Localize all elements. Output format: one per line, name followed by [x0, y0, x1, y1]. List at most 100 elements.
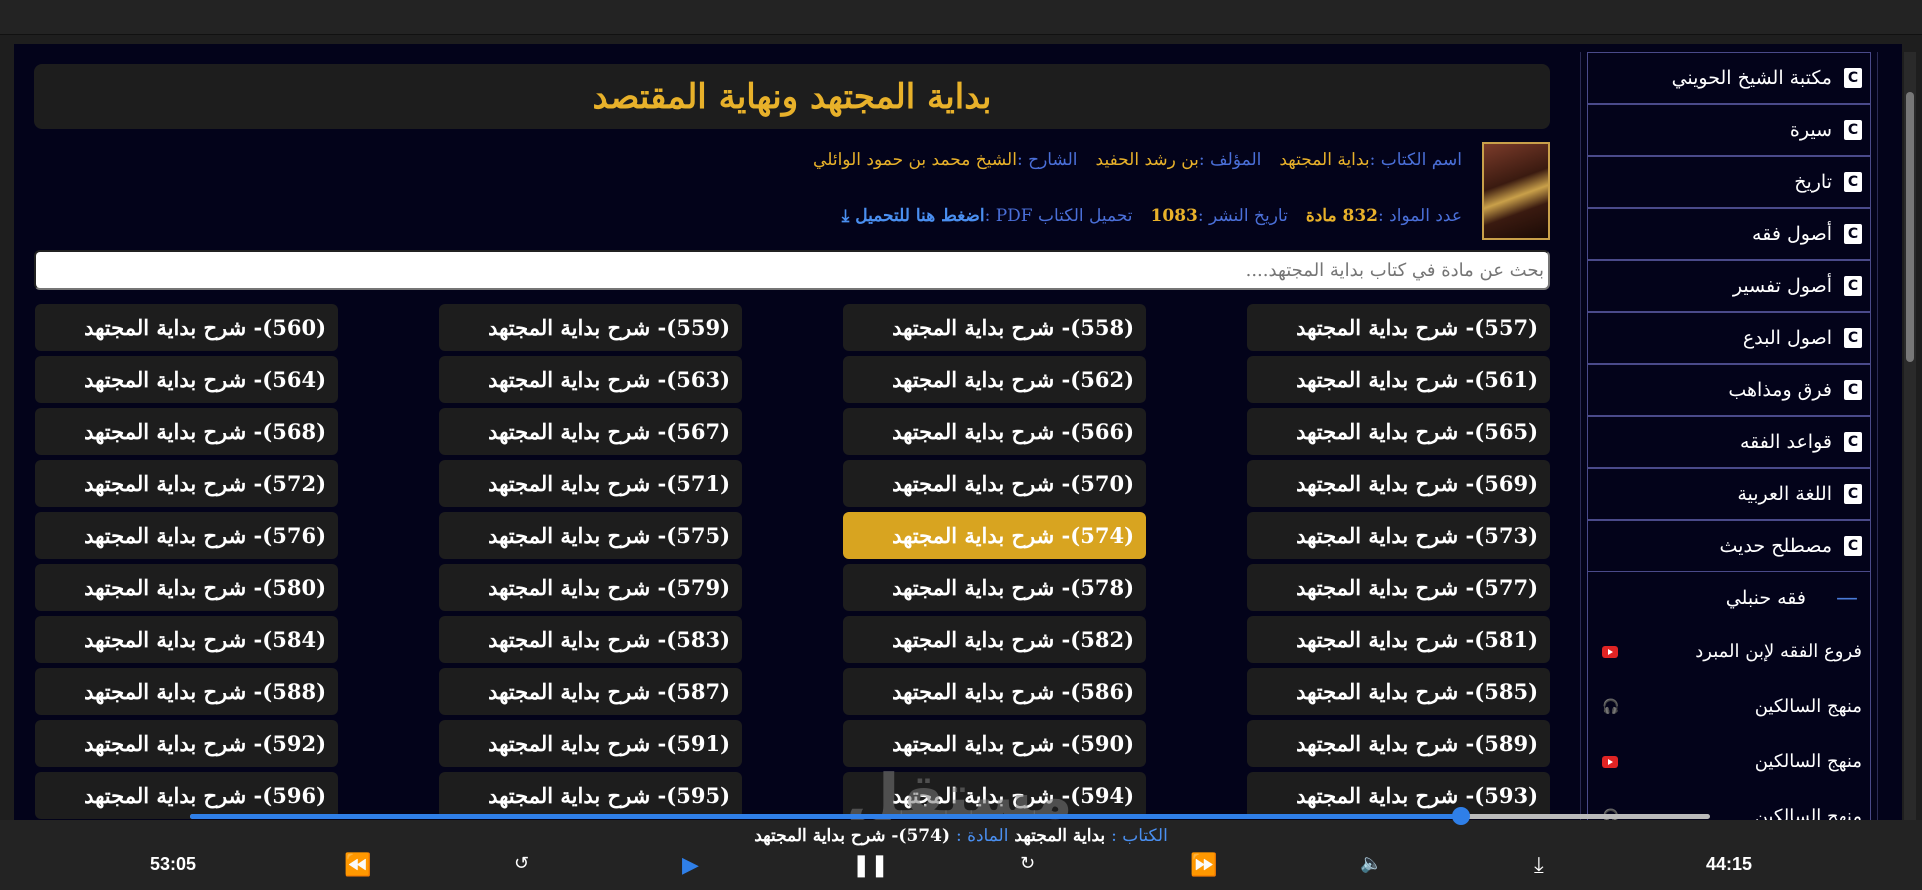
lesson-item[interactable]: (568)- شرح بداية المجتهد: [35, 408, 338, 455]
lesson-item[interactable]: (579)- شرح بداية المجتهد: [439, 564, 742, 611]
lesson-item[interactable]: (582)- شرح بداية المجتهد: [843, 616, 1146, 663]
rewind-icon[interactable]: ⏪: [344, 853, 371, 878]
lesson-item[interactable]: (573)- شرح بداية المجتهد: [1247, 512, 1550, 559]
sidebar-item-label: تاريخ: [1794, 171, 1832, 193]
lesson-item[interactable]: (586)- شرح بداية المجتهد: [843, 668, 1146, 715]
book-name-value: بداية المجتهد: [1279, 150, 1370, 170]
book-count-label: عدد المواد :: [1378, 206, 1462, 226]
lesson-item[interactable]: (565)- شرح بداية المجتهد: [1247, 408, 1550, 455]
lesson-item[interactable]: (571)- شرح بداية المجتهد: [439, 460, 742, 507]
pdf-download-link[interactable]: اضغط هنا للتحميل ⤓: [842, 206, 985, 226]
sidebar-item-label: اصول البدع: [1742, 327, 1832, 349]
lesson-item[interactable]: (575)- شرح بداية المجتهد: [439, 512, 742, 559]
play-icon[interactable]: ▶: [682, 853, 699, 878]
sidebar-sub-item[interactable]: منهج السالكين: [1587, 734, 1871, 789]
pause-icon[interactable]: ❚❚: [852, 853, 889, 878]
now-playing: الكتاب : بداية المجتهد المادة : (574)- ش…: [0, 826, 1922, 846]
lesson-item[interactable]: (588)- شرح بداية المجتهد: [35, 668, 338, 715]
sidebar-item[interactable]: C فرق ومذاهب: [1587, 364, 1871, 416]
sidebar-item-label: مكتبة الشيخ الحويني: [1671, 67, 1832, 89]
scrollbar[interactable]: [1904, 52, 1916, 822]
lesson-item[interactable]: (570)- شرح بداية المجتهد: [843, 460, 1146, 507]
lesson-item[interactable]: (560)- شرح بداية المجتهد: [35, 304, 338, 351]
book-count-value: 832 مادة: [1305, 206, 1379, 226]
lesson-item[interactable]: (577)- شرح بداية المجتهد: [1247, 564, 1550, 611]
lesson-item[interactable]: (585)- شرح بداية المجتهد: [1247, 668, 1550, 715]
sidebar-item[interactable]: C مكتبة الشيخ الحويني: [1587, 52, 1871, 104]
lesson-item[interactable]: (574)- شرح بداية المجتهد: [843, 512, 1146, 559]
lesson-item[interactable]: (591)- شرح بداية المجتهد: [439, 720, 742, 767]
book-icon: C: [1844, 172, 1862, 192]
sidebar-item[interactable]: C قواعد الفقه: [1587, 416, 1871, 468]
sidebar-item[interactable]: C أصول تفسير: [1587, 260, 1871, 312]
book-cover-image: [1482, 142, 1550, 240]
lesson-item[interactable]: (562)- شرح بداية المجتهد: [843, 356, 1146, 403]
lesson-item[interactable]: (563)- شرح بداية المجتهد: [439, 356, 742, 403]
skip-forward-10-icon[interactable]: ↻: [1020, 853, 1035, 874]
elapsed-time: 44:15: [1706, 854, 1753, 874]
fast-forward-icon[interactable]: ⏩: [1190, 853, 1217, 878]
lesson-item[interactable]: (587)- شرح بداية المجتهد: [439, 668, 742, 715]
lesson-item[interactable]: (557)- شرح بداية المجتهد: [1247, 304, 1550, 351]
lesson-item[interactable]: (569)- شرح بداية المجتهد: [1247, 460, 1550, 507]
book-name-label: اسم الكتاب :: [1369, 150, 1462, 170]
sidebar-sub-item-label: منهج السالكين: [1754, 696, 1862, 717]
book-title: بداية المجتهد ونهاية المقتصد: [34, 64, 1550, 129]
book-icon: C: [1844, 328, 1862, 348]
lesson-item[interactable]: (578)- شرح بداية المجتهد: [843, 564, 1146, 611]
lesson-item[interactable]: (576)- شرح بداية المجتهد: [35, 512, 338, 559]
book-info-row-1: اسم الكتاب :بداية المجتهد المؤلف :بن رشد…: [813, 150, 1462, 170]
lesson-item[interactable]: (583)- شرح بداية المجتهد: [439, 616, 742, 663]
book-icon: C: [1844, 276, 1862, 296]
lesson-item[interactable]: (584)- شرح بداية المجتهد: [35, 616, 338, 663]
sidebar-sub-item[interactable]: فروع الفقه لإبن المبرد: [1587, 624, 1871, 679]
book-icon: C: [1844, 432, 1862, 452]
sidebar-sub-item-label: منهج السالكين: [1754, 751, 1862, 772]
book-icon: C: [1844, 120, 1862, 140]
lesson-item[interactable]: (581)- شرح بداية المجتهد: [1247, 616, 1550, 663]
sidebar-item[interactable]: C تاريخ: [1587, 156, 1871, 208]
sidebar-open-section[interactable]: — فقه حنبلي: [1587, 572, 1871, 624]
lesson-item[interactable]: (595)- شرح بداية المجتهد: [439, 772, 742, 819]
lesson-item[interactable]: (572)- شرح بداية المجتهد: [35, 460, 338, 507]
lesson-item[interactable]: (559)- شرح بداية المجتهد: [439, 304, 742, 351]
progress-knob[interactable]: [1451, 807, 1470, 825]
book-author-value: بن رشد الحفيد: [1095, 150, 1199, 170]
scrollbar-thumb[interactable]: [1906, 92, 1914, 362]
skip-back-10-icon[interactable]: ↺: [514, 853, 529, 874]
sidebar-item-label: اللغة العربية: [1737, 483, 1832, 505]
book-date-value: 1083: [1150, 206, 1198, 226]
sidebar-item[interactable]: C اللغة العربية: [1587, 468, 1871, 520]
sidebar-item[interactable]: C سيرة: [1587, 104, 1871, 156]
lesson-item[interactable]: (567)- شرح بداية المجتهد: [439, 408, 742, 455]
book-icon: C: [1844, 380, 1862, 400]
youtube-icon: [1602, 645, 1618, 658]
book-commentator-value: الشيخ محمد بن حمود الوائلي: [813, 150, 1017, 170]
lesson-item[interactable]: (561)- شرح بداية المجتهد: [1247, 356, 1550, 403]
lesson-item[interactable]: (589)- شرح بداية المجتهد: [1247, 720, 1550, 767]
progress-bar[interactable]: [190, 807, 1710, 825]
now-item-label: المادة :: [955, 826, 1009, 846]
download-icon: ⤓: [841, 206, 856, 226]
now-item-value: (574)- شرح بداية المجتهد: [754, 826, 951, 846]
lesson-item[interactable]: (596)- شرح بداية المجتهد: [35, 772, 338, 819]
sidebar-item[interactable]: C أصول فقه: [1587, 208, 1871, 260]
sidebar: C مكتبة الشيخ الحويني C سيرة C تاريخ C أصول فقه…: [1580, 52, 1878, 822]
sidebar-item-label: فرق ومذاهب: [1728, 379, 1832, 401]
search-input[interactable]: [34, 250, 1550, 290]
sidebar-open-section-label: فقه حنبلي: [1725, 587, 1806, 609]
lesson-item[interactable]: (593)- شرح بداية المجتهد: [1247, 772, 1550, 819]
lesson-item[interactable]: (566)- شرح بداية المجتهد: [843, 408, 1146, 455]
download-icon[interactable]: ⤓: [1534, 853, 1544, 878]
volume-icon[interactable]: 🔈: [1360, 853, 1382, 874]
lesson-item[interactable]: (580)- شرح بداية المجتهد: [35, 564, 338, 611]
sidebar-item[interactable]: C اصول البدع: [1587, 312, 1871, 364]
lessons-grid: (557)- شرح بداية المجتهد (558)- شرح بداية…: [34, 304, 1550, 819]
book-icon: C: [1844, 484, 1862, 504]
lesson-item[interactable]: (564)- شرح بداية المجتهد: [35, 356, 338, 403]
progress-fill: [190, 814, 1461, 819]
lesson-item[interactable]: (592)- شرح بداية المجتهد: [35, 720, 338, 767]
lesson-item[interactable]: (558)- شرح بداية المجتهد: [843, 304, 1146, 351]
sidebar-item[interactable]: C مصطلح حديث: [1587, 520, 1871, 572]
sidebar-sub-item[interactable]: منهج السالكين 🎧: [1587, 679, 1871, 734]
